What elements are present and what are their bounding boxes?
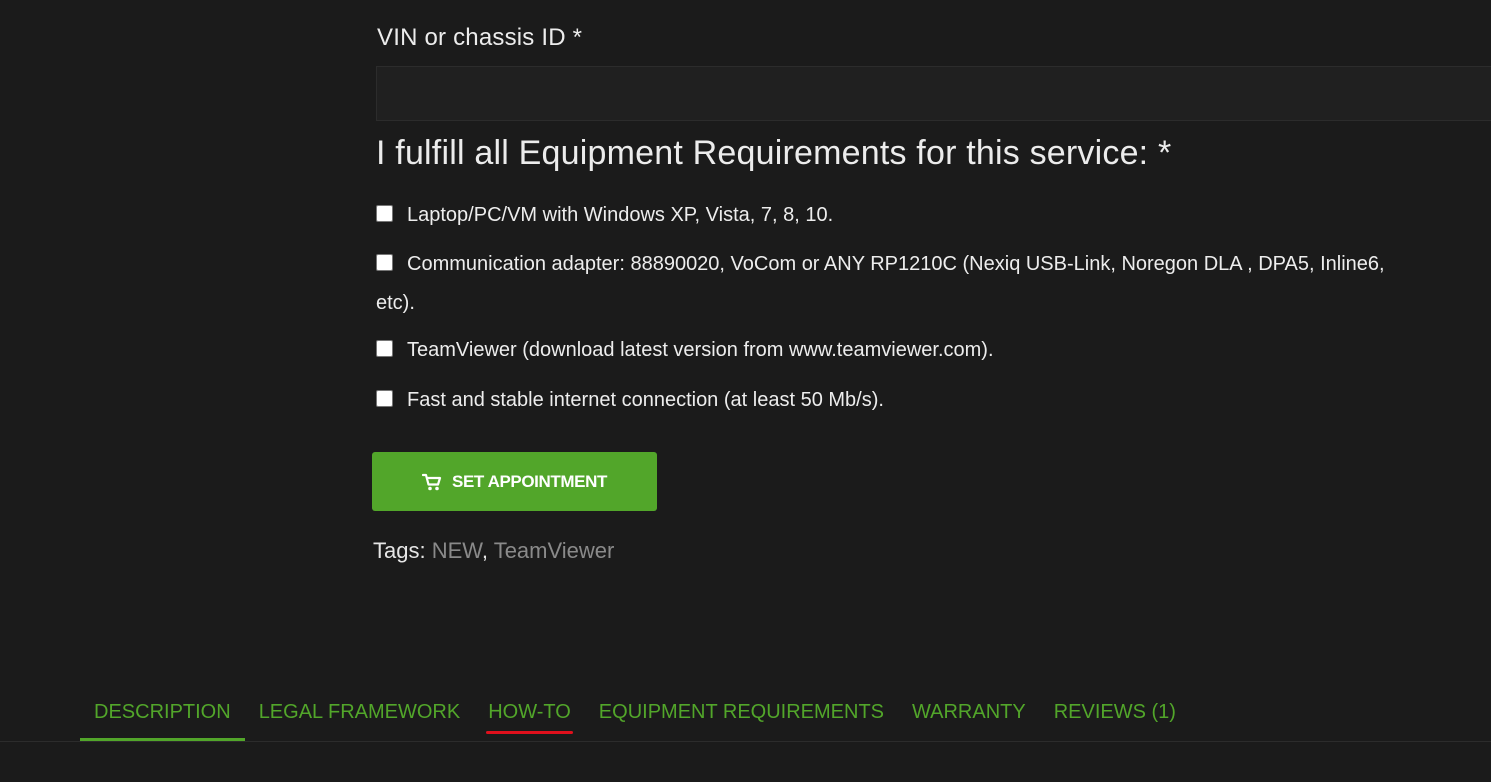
- product-page: VIN or chassis ID * I fulfill all Equipm…: [0, 0, 1491, 782]
- requirement-checkbox[interactable]: [376, 205, 393, 222]
- highlight-underline: [486, 731, 573, 734]
- tabs-divider: [0, 741, 1491, 742]
- requirement-item-internet[interactable]: Fast and stable internet connection (at …: [376, 381, 1476, 420]
- requirement-label: TeamViewer (download latest version from…: [407, 339, 994, 361]
- requirement-item-windows[interactable]: Laptop/PC/VM with Windows XP, Vista, 7, …: [376, 196, 1476, 235]
- tab-legal-framework[interactable]: LEGAL FRAMEWORK: [245, 690, 475, 741]
- tab-warranty[interactable]: WARRANTY: [898, 690, 1040, 741]
- product-tabs: DESCRIPTION LEGAL FRAMEWORK HOW-TO EQUIP…: [80, 690, 1190, 741]
- requirement-item-teamviewer[interactable]: TeamViewer (download latest version from…: [376, 331, 1476, 370]
- tags-row: Tags: NEW, TeamViewer: [373, 538, 614, 564]
- tag-link-teamviewer[interactable]: TeamViewer: [494, 538, 615, 563]
- requirement-checkbox[interactable]: [376, 340, 393, 357]
- requirement-label-continued: etc).: [376, 292, 415, 314]
- requirement-label: Communication adapter: 88890020, VoCom o…: [407, 253, 1385, 275]
- tab-reviews[interactable]: REVIEWS (1): [1040, 690, 1190, 741]
- vin-input[interactable]: [376, 66, 1491, 121]
- set-appointment-button[interactable]: SET APPOINTMENT: [372, 452, 657, 511]
- tag-link-new[interactable]: NEW: [432, 538, 482, 563]
- tab-how-to[interactable]: HOW-TO: [474, 690, 585, 741]
- requirements-heading: I fulfill all Equipment Requirements for…: [376, 134, 1172, 172]
- tab-description[interactable]: DESCRIPTION: [80, 690, 245, 741]
- requirement-checkbox[interactable]: [376, 254, 393, 271]
- requirement-label: Laptop/PC/VM with Windows XP, Vista, 7, …: [407, 204, 834, 226]
- set-appointment-label: SET APPOINTMENT: [452, 471, 607, 491]
- vin-field-label: VIN or chassis ID *: [377, 24, 583, 51]
- cart-icon: [422, 473, 442, 491]
- requirement-item-adapter[interactable]: Communication adapter: 88890020, VoCom o…: [376, 245, 1476, 323]
- requirement-label: Fast and stable internet connection (at …: [407, 389, 884, 411]
- tab-equipment-requirements[interactable]: EQUIPMENT REQUIREMENTS: [585, 690, 898, 741]
- tags-label: Tags:: [373, 538, 426, 563]
- requirement-checkbox[interactable]: [376, 390, 393, 407]
- tab-how-to-label: HOW-TO: [488, 701, 571, 723]
- tag-separator: ,: [481, 538, 488, 563]
